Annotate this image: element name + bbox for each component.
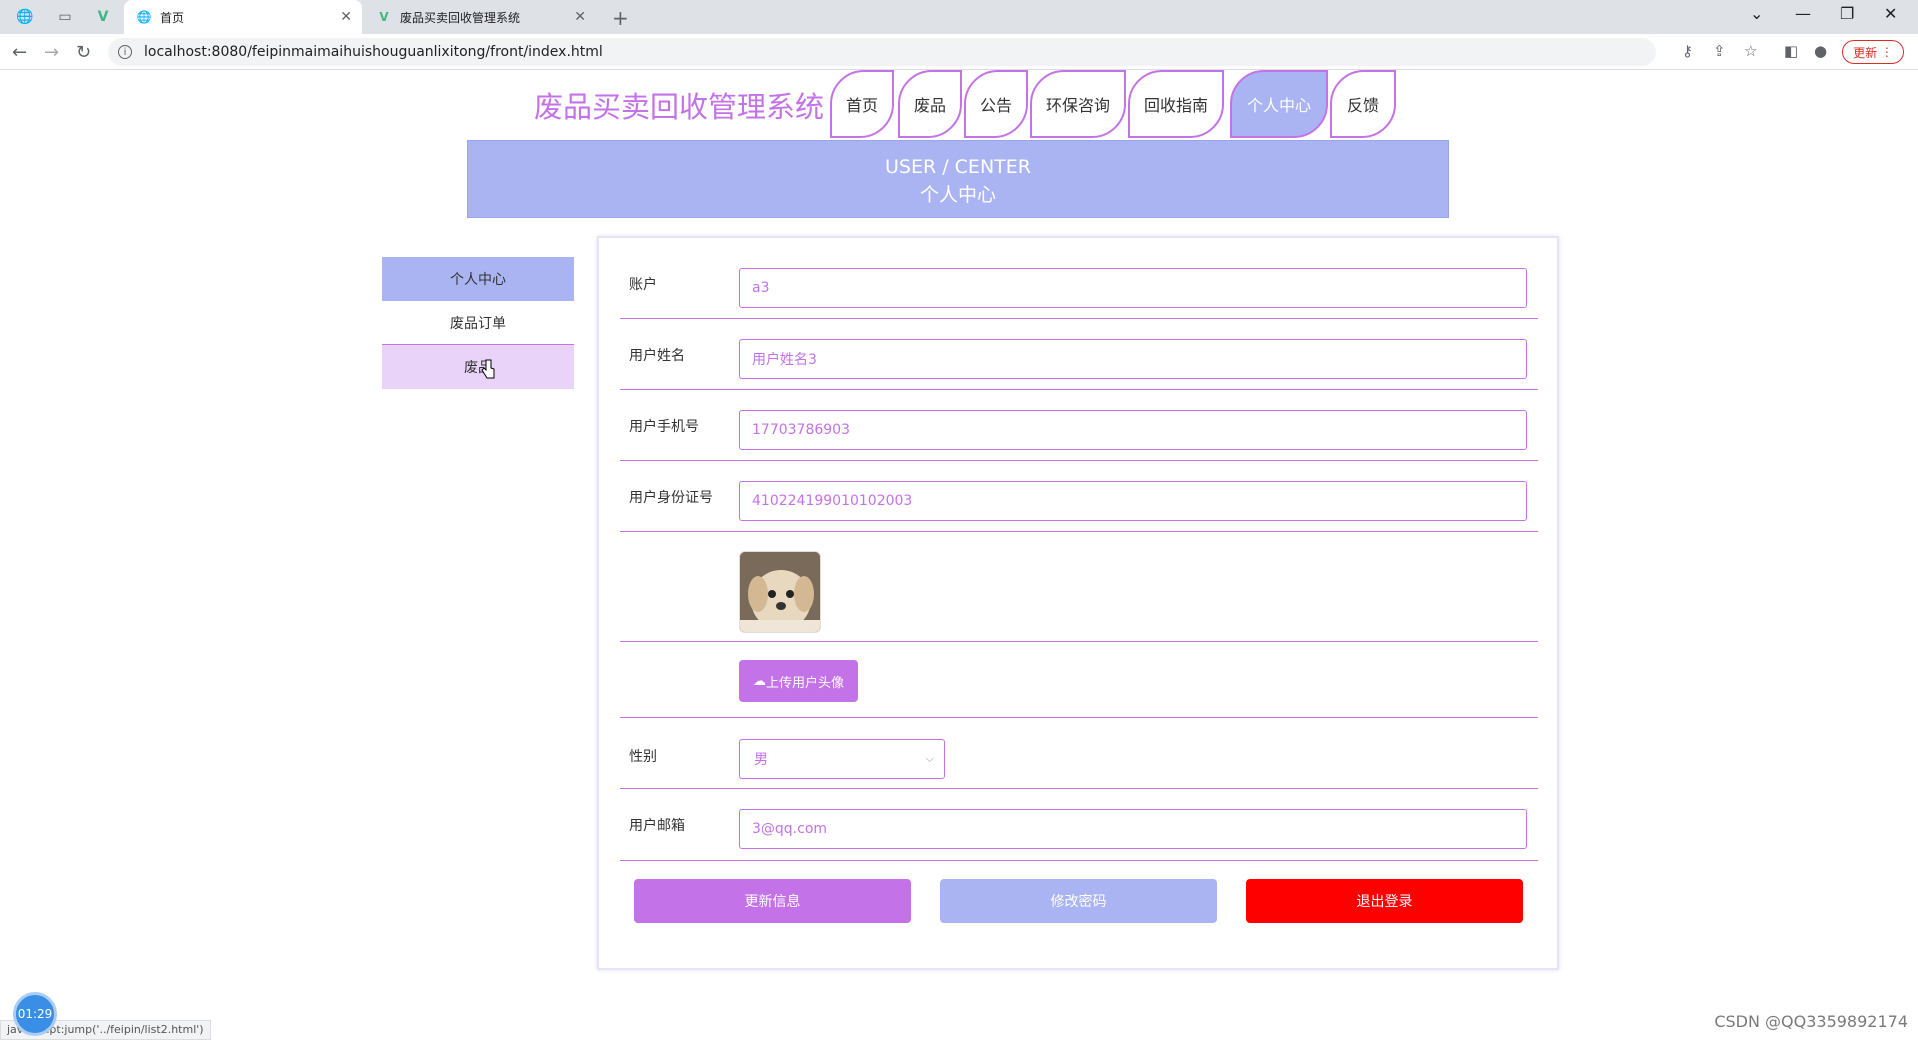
form-row-avatar <box>620 532 1538 642</box>
form-row-account: 账户 a3 <box>620 266 1538 319</box>
forward-icon[interactable]: → <box>44 42 59 63</box>
logout-button[interactable]: 退出登录 <box>1246 879 1523 923</box>
chevron-down-icon: ⌵ <box>925 752 934 765</box>
back-icon[interactable]: ← <box>12 42 27 63</box>
restore-icon[interactable]: ❐ <box>1840 4 1854 23</box>
url-text: localhost:8080/feipinmaimaihuishouguanli… <box>144 44 603 60</box>
form-row-phone: 用户手机号 17703786903 <box>620 408 1538 461</box>
gender-value: 男 <box>754 752 768 768</box>
tab-label: 废品买卖回收管理系统 <box>400 10 521 25</box>
profile-icon[interactable]: ● <box>1814 42 1827 60</box>
gender-label: 性别 <box>629 749 657 765</box>
form-row-upload: ☁ 上传用户头像 <box>620 642 1538 718</box>
nav-home[interactable]: 首页 <box>830 70 894 138</box>
phone-label: 用户手机号 <box>629 419 699 435</box>
form-row-name: 用户姓名 用户姓名3 <box>620 337 1538 390</box>
tab-label: 首页 <box>160 10 185 25</box>
upload-label: 上传用户头像 <box>765 675 844 691</box>
name-field[interactable]: 用户姓名3 <box>739 339 1527 379</box>
nav-feedback[interactable]: 反馈 <box>1330 70 1396 138</box>
recording-timer[interactable]: 01:29 <box>13 992 57 1036</box>
sidebar-item-user-center[interactable]: 个人中心 <box>382 257 574 301</box>
form-row-gender: 性别 男 ⌵ <box>620 718 1538 789</box>
vue-icon[interactable]: V <box>86 4 120 30</box>
name-label: 用户姓名 <box>629 348 685 364</box>
blank-tab-icon[interactable]: ▭ <box>48 4 82 30</box>
nav-eco-consult[interactable]: 环保咨询 <box>1030 70 1126 138</box>
close-window-icon[interactable]: ✕ <box>1884 4 1897 23</box>
tab-system[interactable]: V 废品买卖回收管理系统 ✕ <box>364 0 596 34</box>
idcard-label: 用户身份证号 <box>629 490 713 506</box>
info-icon[interactable]: i <box>118 45 132 59</box>
close-icon[interactable]: ✕ <box>574 9 586 25</box>
vue-icon: V <box>379 10 389 24</box>
url-input[interactable]: i localhost:8080/feipinmaimaihuishouguan… <box>108 38 1656 66</box>
update-info-button[interactable]: 更新信息 <box>634 879 911 923</box>
chevron-down-icon[interactable]: ⌄ <box>1750 4 1763 23</box>
account-label: 账户 <box>629 277 657 293</box>
nav-recycle-guide[interactable]: 回收指南 <box>1128 70 1224 138</box>
upload-avatar-button[interactable]: ☁ 上传用户头像 <box>739 660 858 702</box>
address-bar: ← → ↻ i localhost:8080/feipinmaimaihuish… <box>0 34 1918 70</box>
update-label: 更新 <box>1853 45 1878 60</box>
page-banner: USER / CENTER 个人中心 <box>467 140 1449 218</box>
change-password-button[interactable]: 修改密码 <box>940 879 1217 923</box>
site-title: 废品买卖回收管理系统 <box>534 90 825 124</box>
email-label: 用户邮箱 <box>629 818 685 834</box>
share-icon[interactable]: ⇪ <box>1713 42 1726 60</box>
sidepanel-icon[interactable]: ◧ <box>1784 42 1798 60</box>
gender-select[interactable]: 男 ⌵ <box>739 739 945 779</box>
watermark: CSDN @QQ3359892174 <box>1714 1012 1908 1031</box>
cloud-upload-icon: ☁ <box>752 673 766 689</box>
tab-home[interactable]: 🌐 首页 ✕ <box>124 0 362 34</box>
globe-icon[interactable]: 🌐 <box>8 4 42 30</box>
star-icon[interactable]: ☆ <box>1744 42 1757 60</box>
minimize-icon[interactable]: — <box>1795 4 1811 23</box>
phone-field[interactable]: 17703786903 <box>739 410 1527 450</box>
avatar-image <box>739 551 821 633</box>
hand-cursor-icon <box>481 359 495 379</box>
form-row-email: 用户邮箱 3@qq.com <box>620 789 1538 861</box>
banner-title-en: USER / CENTER <box>885 156 1031 178</box>
sidebar-item-waste-orders[interactable]: 废品订单 <box>382 301 574 345</box>
key-icon[interactable]: ⚷ <box>1682 42 1693 60</box>
idcard-field[interactable]: 410224199010102003 <box>739 481 1527 521</box>
reload-icon[interactable]: ↻ <box>76 42 91 63</box>
close-icon[interactable]: ✕ <box>340 9 352 25</box>
nav-user-center[interactable]: 个人中心 <box>1230 70 1328 138</box>
sidebar-item-waste[interactable]: 废品 <box>382 345 574 389</box>
account-field[interactable]: a3 <box>739 268 1527 308</box>
form-row-idcard: 用户身份证号 410224199010102003 <box>620 479 1538 532</box>
update-button[interactable]: 更新 ⋮ <box>1842 40 1904 64</box>
banner-title-cn: 个人中心 <box>919 184 996 206</box>
puppy-avatar <box>740 552 820 632</box>
browser-tab-bar: 🌐 ▭ V 🌐 首页 ✕ V 废品买卖回收管理系统 ✕ + ⌄ — ❐ ✕ <box>0 0 1918 34</box>
globe-icon: 🌐 <box>136 10 152 24</box>
email-field[interactable]: 3@qq.com <box>739 809 1527 849</box>
nav-waste[interactable]: 废品 <box>898 70 962 138</box>
new-tab-icon[interactable]: + <box>612 6 629 30</box>
nav-notice[interactable]: 公告 <box>964 70 1028 138</box>
